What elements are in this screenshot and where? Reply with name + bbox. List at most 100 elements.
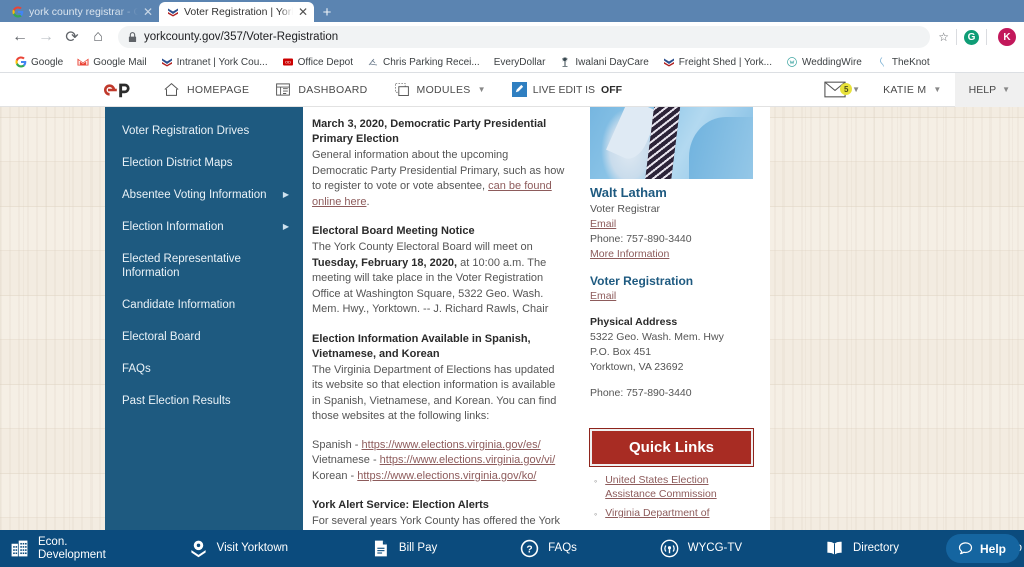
bookmark-item[interactable]: Google Mail — [70, 56, 153, 68]
bookmark-item[interactable]: WeddingWire — [779, 56, 869, 68]
back-button[interactable]: ← — [8, 25, 32, 49]
live-edit-state: OFF — [601, 83, 623, 96]
sidebar-item-voter-registration-drives[interactable]: Voter Registration Drives — [105, 115, 303, 147]
registrar-photo — [590, 107, 753, 179]
home-button[interactable]: ⌂ — [86, 25, 110, 49]
chevron-right-icon: ▶ — [282, 190, 289, 199]
bookmark-item[interactable]: EveryDollar — [487, 57, 553, 68]
admin-item-modules[interactable]: MODULES ▼ — [381, 73, 499, 107]
sidebar-item-candidate-information[interactable]: Candidate Information — [105, 289, 303, 321]
quicknav-econ-development[interactable]: Econ. Development — [0, 536, 120, 561]
profile-avatar[interactable]: K — [998, 28, 1016, 46]
civicplus-admin-bar: HOMEPAGE DASHBOARD MODULES ▼ LIVE EDIT I… — [0, 73, 1024, 107]
bookmark-item[interactable]: TheKnot — [869, 56, 937, 68]
contact-sidebar: Walt Latham Voter Registrar Email Phone:… — [580, 107, 770, 567]
quicknav-bill-pay[interactable]: Bill Pay — [357, 539, 451, 558]
user-menu[interactable]: KATIE M ▼ — [870, 73, 955, 107]
sidebar-item-electoral-board[interactable]: Electoral Board — [105, 321, 303, 353]
browser-tab-0[interactable]: york county registrar - Google S ✕ — [4, 2, 159, 22]
extension-icon[interactable]: G — [964, 29, 979, 45]
quicknav-wycg-tv[interactable]: WYCG-TV — [646, 539, 756, 558]
quick-link-virginia-department-of[interactable]: Virginia Department of — [605, 507, 709, 521]
user-menu-label: KATIE M — [883, 83, 927, 96]
sidebar-item-election-district-maps[interactable]: Election District Maps — [105, 147, 303, 179]
help-button[interactable]: Help — [945, 534, 1020, 563]
tab-title: Voter Registration | York County — [184, 6, 293, 18]
new-tab-button[interactable]: + — [314, 2, 340, 22]
chevron-down-icon: ▼ — [933, 85, 942, 94]
browser-tab-1[interactable]: Voter Registration | York County ✕ — [159, 2, 314, 22]
lang-prefix: Vietnamese - — [312, 454, 380, 466]
bookmark-label: Office Depot — [297, 56, 354, 68]
palm-icon — [562, 57, 569, 67]
quicknav-visit-yorktown[interactable]: Visit Yorktown — [175, 539, 302, 558]
messages-button[interactable]: 5 — [810, 81, 853, 98]
bookmark-star-icon[interactable]: ☆ — [938, 30, 949, 44]
page-content: Voter Registration Drives Election Distr… — [0, 107, 1024, 567]
registrar-more-info-link[interactable]: More Information — [590, 248, 669, 260]
quicknav-label: FAQs — [548, 542, 577, 554]
live-edit-toggle[interactable]: LIVE EDIT IS OFF — [499, 82, 635, 97]
department-email-link[interactable]: Email — [590, 290, 616, 302]
browser-toolbar: ← → ⟳ ⌂ yorkcounty.gov/357/Voter-Registr… — [0, 22, 1024, 52]
sidebar-item-absentee-voting-information[interactable]: Absentee Voting Information ▶ — [105, 179, 303, 211]
chevron-down-icon[interactable]: ▼ — [852, 85, 870, 94]
sidebar-item-election-information[interactable]: Election Information ▶ — [105, 211, 303, 243]
lang-prefix: Spanish - — [312, 438, 362, 451]
registrar-email-link[interactable]: Email — [590, 218, 616, 230]
admin-bar-left: HOMEPAGE DASHBOARD MODULES ▼ LIVE EDIT I… — [0, 73, 635, 107]
korean-elections-link[interactable]: https://www.elections.virginia.gov/ko/ — [357, 470, 536, 482]
google-icon — [12, 6, 24, 18]
bookmark-item[interactable]: Freight Shed | York... — [656, 56, 779, 68]
chevron-down-icon: ▼ — [1002, 85, 1010, 94]
bookmark-item[interactable]: Google — [8, 56, 70, 68]
quicknav-directory[interactable]: Directory — [811, 539, 913, 558]
language-link-korean: Korean - https://www.elections.virginia.… — [312, 469, 566, 485]
quicknav-label: Econ. Development — [38, 536, 106, 561]
bookmarks-bar: Google Google Mail Intranet | York Cou..… — [0, 52, 1024, 73]
civicplus-logo[interactable] — [104, 80, 136, 100]
forward-button[interactable]: → — [34, 25, 58, 49]
admin-item-dashboard[interactable]: DASHBOARD — [262, 73, 380, 107]
bookmark-item[interactable]: Iwalani DayCare — [552, 56, 655, 68]
right-gutter — [770, 107, 1024, 567]
language-link-vietnamese: Vietnamese - https://www.elections.virgi… — [312, 453, 566, 469]
book-icon — [827, 541, 842, 555]
bookmark-label: Google — [31, 56, 64, 68]
content-block-primary-election: March 3, 2020, Democratic Party Presiden… — [312, 117, 566, 210]
bookmark-item[interactable]: Chris Parking Recei... — [360, 56, 487, 68]
block-heading: Election Information Available in Spanis… — [312, 332, 531, 360]
tab-close-icon[interactable]: ✕ — [143, 6, 153, 18]
sidebar-item-elected-representative-information[interactable]: Elected Representative Information — [105, 243, 303, 289]
vietnamese-elections-link[interactable]: https://www.elections.virginia.gov/vi/ — [380, 454, 555, 466]
sidebar-item-past-election-results[interactable]: Past Election Results — [105, 385, 303, 417]
registrar-name: Walt Latham — [590, 185, 667, 200]
quicknav-faqs[interactable]: ? FAQs — [506, 539, 591, 558]
live-edit-prefix: LIVE EDIT IS — [532, 83, 596, 96]
quick-link-us-election-assistance-commission[interactable]: United States Election Assistance Commis… — [605, 474, 756, 501]
bookmark-item[interactable]: Intranet | York Cou... — [154, 56, 275, 68]
reload-button[interactable]: ⟳ — [60, 25, 84, 49]
question-icon: ? — [520, 539, 539, 558]
document-icon — [374, 540, 387, 557]
sidebar-item-label: Election Information — [122, 221, 224, 233]
tab-close-icon[interactable]: ✕ — [298, 6, 308, 18]
block-body: The Virginia Department of Elections has… — [312, 363, 557, 423]
sidebar-item-faqs[interactable]: FAQs — [105, 353, 303, 385]
registrar-title: Voter Registrar — [590, 203, 661, 215]
address-line-2: P.O. Box 451 — [590, 346, 652, 358]
address-bar[interactable]: yorkcounty.gov/357/Voter-Registration — [118, 26, 931, 48]
bookmark-item[interactable]: OD Office Depot — [275, 56, 360, 68]
browser-window: york county registrar - Google S ✕ Voter… — [0, 0, 1024, 567]
admin-item-homepage[interactable]: HOMEPAGE — [150, 73, 262, 107]
tab-title: york county registrar - Google S — [29, 6, 138, 18]
doc-icon — [368, 58, 378, 66]
quick-links-button[interactable]: Quick Links — [590, 429, 753, 466]
admin-item-label: DASHBOARD — [298, 83, 368, 96]
spanish-elections-link[interactable]: https://www.elections.virginia.gov/es/ — [362, 439, 541, 451]
admin-help-menu[interactable]: HELP ▼ — [954, 73, 1024, 107]
